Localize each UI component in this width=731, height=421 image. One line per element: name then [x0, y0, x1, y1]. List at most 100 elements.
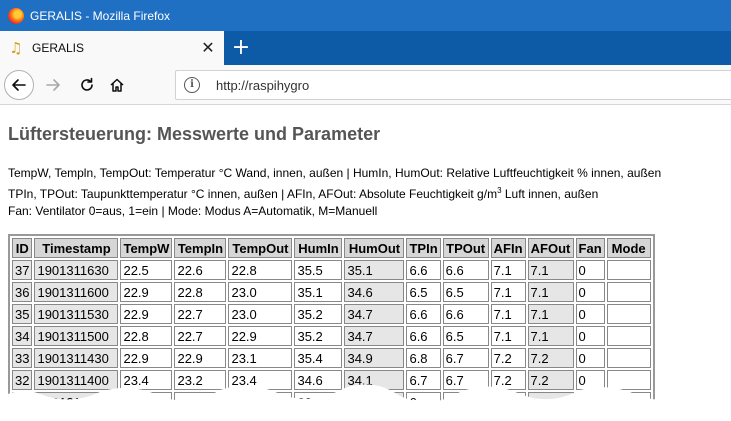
table-cell-tempout: 23.0	[228, 304, 293, 324]
table-cell-tempw: 22.9	[120, 282, 173, 302]
table-cell-mode	[606, 326, 651, 346]
column-header-afout: AFOut	[527, 238, 574, 258]
column-header-humout: HumOut	[344, 238, 405, 258]
column-header-tpin: TPIn	[406, 238, 441, 258]
column-header-tempout: TempOut	[228, 238, 293, 258]
table-cell-humout: 34.7	[344, 304, 405, 324]
table-cell-tempout: 22.9	[228, 326, 293, 346]
table-cell-tempw: 22.5	[120, 260, 173, 280]
table-cell-afout: 7.1	[527, 260, 574, 280]
tab-geralis[interactable]: ♫ GERALIS ✕	[0, 31, 224, 65]
column-header-timestamp: Timestamp	[34, 238, 119, 258]
table-cell-afout: 7.1	[527, 326, 574, 346]
table-cell-humout: 34.6	[344, 282, 405, 302]
table-cell-afin: 7.1	[490, 260, 526, 280]
firefox-logo-icon	[8, 7, 24, 24]
column-header-tempw: TempW	[120, 238, 173, 258]
window-titlebar: GERALIS - Mozilla Firefox	[0, 0, 731, 31]
table-cell-tempout: 23.1	[228, 348, 293, 368]
table-cell-tpin: 6.8	[406, 348, 441, 368]
column-header-afin: AFIn	[490, 238, 526, 258]
table-cell-humin: 35.2	[294, 304, 343, 324]
table-cell-humin: 35.4	[294, 348, 343, 368]
legend-line-2: TPIn, TPOut: Taupunkttemperatur °C innen…	[8, 186, 599, 201]
table-cell-mode	[606, 304, 651, 324]
table-cell-mode	[606, 260, 651, 280]
table-cell-humout: 34.7	[344, 326, 405, 346]
table-cell-fan: 0	[575, 326, 605, 346]
table-cell-tempin: 22.7	[174, 304, 227, 324]
reload-icon	[81, 77, 93, 91]
table-cell-tpout: 6.6	[442, 304, 489, 324]
table-cell-afin: 7.1	[490, 282, 526, 302]
table-cell-tempin: 22.7	[174, 326, 227, 346]
table-row: 37 1901311630 22.5 22.6 22.8 35.5 35.1 6.6 6.6 7.…	[12, 260, 651, 280]
table-cell-tpout: 6.5	[442, 326, 489, 346]
table-cell-afin: 7.1	[490, 304, 526, 324]
table-row: 36 1901311600 22.9 22.8 23.0 35.1 34.6 6.5 6.5 7.…	[12, 282, 651, 302]
home-icon	[110, 78, 124, 92]
table-cell-tpout: 6.5	[442, 282, 489, 302]
reload-button[interactable]	[72, 70, 102, 100]
url-text[interactable]: http://raspihygro	[216, 78, 309, 93]
tab-close-icon[interactable]: ✕	[198, 38, 218, 58]
table-cell-fan: 0	[575, 282, 605, 302]
back-arrow-icon	[12, 79, 26, 91]
table-cell-timestamp: 1901311630	[34, 260, 119, 280]
back-button[interactable]	[4, 70, 34, 100]
legend-description: TempW, Templn, TempOut: Temperatur °C Wa…	[8, 165, 661, 220]
table-cell-afin: 7.1	[490, 326, 526, 346]
table-cell-tempw: 22.9	[120, 348, 173, 368]
tab-title: GERALIS	[32, 41, 85, 55]
table-row: 34 1901311500 22.8 22.7 22.9 35.2 34.7 6.6 6.5 7.…	[12, 326, 651, 346]
table-cell-afout: 7.2	[527, 348, 574, 368]
table-cell-tempin: 22.9	[174, 348, 227, 368]
table-cell-tpin: 6.6	[406, 326, 441, 346]
table-cell-mode	[606, 282, 651, 302]
table-cell-id: 36	[12, 282, 33, 302]
table-cell-tempin: 22.8	[174, 282, 227, 302]
legend-line-1: TempW, Templn, TempOut: Temperatur °C Wa…	[8, 166, 662, 180]
home-button[interactable]	[102, 70, 132, 100]
table-cell-tpout: 6.7	[442, 348, 489, 368]
table-cell-tpin: 6.6	[406, 304, 441, 324]
table-cell-id: 37	[12, 260, 33, 280]
table-cell-afout: 7.1	[527, 304, 574, 324]
column-header-id: ID	[12, 238, 33, 258]
forward-arrow-icon	[46, 79, 60, 91]
table-cell-tpin: 6.5	[406, 282, 441, 302]
forward-button[interactable]	[38, 70, 68, 100]
page-info-icon[interactable]: i	[184, 77, 200, 93]
column-header-fan: Fan	[575, 238, 605, 258]
page-heading: Lüftersteuerung: Messwerte und Parameter	[8, 124, 381, 144]
table-cell-mode	[606, 348, 651, 368]
table-cell-timestamp: 1901311430	[34, 348, 119, 368]
bottom-fade-mask	[0, 384, 731, 421]
table-cell-timestamp: 1901311600	[34, 282, 119, 302]
table-cell-tempin: 22.6	[174, 260, 227, 280]
table-cell-fan: 0	[575, 304, 605, 324]
table-cell-tpout: 6.6	[442, 260, 489, 280]
table-cell-tempw: 22.9	[120, 304, 173, 324]
table-cell-tempw: 22.8	[120, 326, 173, 346]
table-cell-timestamp: 1901311530	[34, 304, 119, 324]
table-cell-tempout: 22.8	[228, 260, 293, 280]
column-header-tpout: TPOut	[442, 238, 489, 258]
page-content: Lüftersteuerung: Messwerte und Parameter…	[0, 106, 731, 421]
table-cell-humin: 35.2	[294, 326, 343, 346]
navigation-toolbar: i http://raspihygro	[0, 65, 731, 105]
new-tab-button[interactable]: +	[228, 34, 254, 62]
column-header-tempin: TempIn	[174, 238, 227, 258]
tab-strip: ♫ GERALIS ✕ +	[0, 31, 731, 65]
table-row: 35 1901311530 22.9 22.7 23.0 35.2 34.7 6.6 6.6 7.…	[12, 304, 651, 324]
table-cell-id: 34	[12, 326, 33, 346]
table-cell-humout: 35.1	[344, 260, 405, 280]
table-cell-humin: 35.5	[294, 260, 343, 280]
table-cell-timestamp: 1901311500	[34, 326, 119, 346]
url-bar[interactable]: i http://raspihygro	[175, 70, 731, 100]
table-row: 33 1901311430 22.9 22.9 23.1 35.4 34.9 6.8 6.7 7.…	[12, 348, 651, 368]
table-header-row: ID Timestamp TempW TempIn TempOut HumIn HumOut…	[12, 238, 651, 258]
legend-line-3: Fan: Ventilator 0=aus, 1=ein | Mode: Mod…	[8, 204, 378, 218]
table-cell-tempout: 23.0	[228, 282, 293, 302]
table-cell-afin: 7.2	[490, 348, 526, 368]
